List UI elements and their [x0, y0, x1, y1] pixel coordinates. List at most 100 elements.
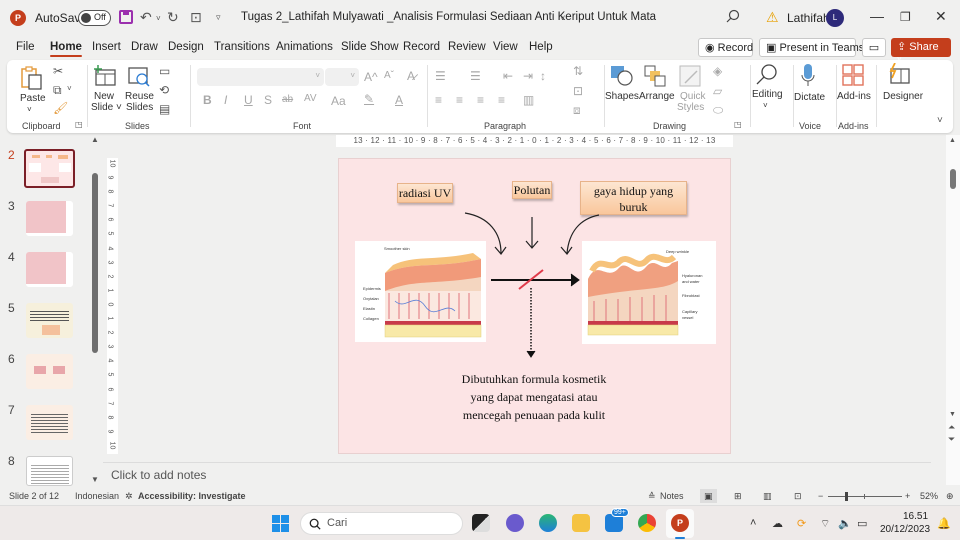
quick-styles-label-2[interactable]: Styles	[677, 102, 704, 113]
editing-icon[interactable]	[755, 63, 779, 87]
notes-pane[interactable]: Click to add notes	[103, 462, 931, 486]
present-from-start-icon[interactable]: ⊡	[190, 9, 202, 26]
slide-thumbnail-5[interactable]	[26, 303, 73, 338]
shape-outline-icon[interactable]: ▱	[713, 84, 722, 98]
zoom-slider-thumb[interactable]	[845, 492, 848, 501]
new-slide-icon[interactable]	[93, 65, 117, 87]
copy-icon[interactable]: ⧉	[53, 83, 62, 98]
tab-draw[interactable]: Draw	[131, 41, 158, 53]
avatar[interactable]: L	[826, 9, 844, 27]
new-slide-label-2[interactable]: Slide ˅	[91, 102, 122, 113]
highlight-color-button[interactable]: ✎	[364, 92, 374, 106]
copy-chevron-icon[interactable]: ˅	[67, 84, 72, 93]
arrange-label[interactable]: Arrange	[639, 91, 675, 102]
justify-button[interactable]: ≡	[498, 93, 505, 107]
shadow-button[interactable]: S	[264, 93, 272, 107]
close-button[interactable]: ✕	[935, 8, 947, 25]
reuse-slides-label-2[interactable]: Slides	[126, 102, 153, 113]
shape-fill-icon[interactable]: ◈	[713, 64, 722, 78]
previous-slide-icon[interactable]: ⏶	[948, 422, 955, 433]
tab-insert[interactable]: Insert	[92, 41, 121, 53]
powerpoint-taskbar-icon[interactable]: P	[671, 514, 689, 532]
font-name-dropdown[interactable]: ˅	[197, 68, 324, 86]
bold-button[interactable]: B	[203, 93, 212, 107]
notes-toggle-icon[interactable]: ≙	[648, 491, 656, 502]
align-center-button[interactable]: ≡	[456, 93, 463, 107]
shape-effects-icon[interactable]: ⬭	[713, 103, 723, 118]
tab-record[interactable]: Record	[403, 41, 440, 53]
language-indicator[interactable]: Indonesian	[75, 491, 119, 501]
scroll-up-icon[interactable]: ▲	[949, 137, 956, 144]
zoom-out-button[interactable]: −	[818, 491, 823, 501]
tab-design[interactable]: Design	[168, 41, 204, 53]
tab-animations[interactable]: Animations	[276, 41, 333, 53]
line-spacing-button[interactable]: ↕	[540, 69, 546, 83]
font-size-dropdown[interactable]: ˅	[325, 68, 359, 86]
tab-home[interactable]: Home	[50, 41, 82, 57]
horizontal-ruler[interactable]: 13 · 12 · 11 · 10 · 9 · 8 · 7 · 6 · 5 · …	[336, 135, 733, 147]
scroll-down-icon[interactable]: ▼	[949, 411, 956, 418]
notes-placeholder[interactable]: Click to add notes	[111, 468, 206, 482]
taskbar-search[interactable]: Cari	[300, 512, 463, 535]
document-title[interactable]: Tugas 2_Lathifah Mulyawati _Analisis For…	[241, 11, 656, 23]
reuse-slides-label-1[interactable]: Reuse	[125, 91, 154, 102]
user-name[interactable]: Lathifah	[787, 11, 830, 25]
slide-thumbnail-3[interactable]	[26, 201, 73, 236]
notification-bell-icon[interactable]: 🔔	[937, 517, 951, 530]
section-icon[interactable]: ▤	[159, 102, 170, 116]
chrome-icon[interactable]	[638, 514, 656, 532]
character-spacing-button[interactable]: AV	[304, 93, 317, 104]
search-icon[interactable]	[726, 9, 740, 23]
columns-button[interactable]: ▥	[523, 93, 534, 107]
reuse-slides-icon[interactable]	[127, 65, 151, 89]
text-direction-button[interactable]: ⇅	[573, 64, 583, 78]
edge-icon[interactable]	[539, 514, 557, 532]
change-case-button[interactable]: Aa	[331, 94, 346, 108]
slide-sorter-icon[interactable]: ⊞	[734, 491, 742, 502]
windows-start-icon[interactable]	[272, 515, 289, 532]
minimize-button[interactable]: —	[870, 8, 884, 24]
editing-chevron-icon[interactable]: ˅	[763, 100, 768, 111]
accessibility-status[interactable]: Accessibility: Investigate	[138, 491, 246, 501]
paste-icon[interactable]	[20, 65, 44, 91]
slide-thumbnail-4[interactable]	[26, 252, 73, 287]
align-right-button[interactable]: ≡	[477, 93, 484, 107]
add-ins-label[interactable]: Add-ins	[837, 91, 871, 102]
save-icon[interactable]	[119, 10, 133, 24]
comments-button[interactable]: ▭	[862, 38, 886, 57]
wifi-icon[interactable]: ⌔	[820, 517, 830, 531]
onedrive-icon[interactable]: ☁	[772, 517, 783, 530]
numbering-button[interactable]: ☰	[470, 69, 481, 83]
increase-indent-button[interactable]: ⇥	[523, 69, 533, 83]
thumbnail-scrollbar[interactable]: ▲ ▼	[90, 135, 100, 485]
slide-canvas[interactable]: radiasi UV Polutan gaya hidup yang buruk	[338, 158, 731, 454]
tab-slide-show[interactable]: Slide Show	[341, 41, 399, 53]
add-ins-icon[interactable]	[842, 64, 864, 86]
bullets-button[interactable]: ☰	[435, 69, 446, 83]
clipboard-launcher-icon[interactable]: ◳	[75, 120, 83, 129]
next-slide-icon[interactable]: ⏷	[948, 434, 955, 445]
paste-label[interactable]: Paste	[20, 93, 46, 104]
zoom-in-button[interactable]: +	[905, 491, 910, 501]
editing-label[interactable]: Editing	[752, 89, 783, 100]
quick-styles-icon[interactable]	[679, 65, 703, 89]
grow-font-icon[interactable]: A^	[364, 70, 378, 84]
solution-caption[interactable]: Dibutuhkan formula kosmetik yang dapat m…	[439, 370, 629, 424]
sync-icon[interactable]: ⟳	[797, 517, 806, 530]
tab-help[interactable]: Help	[529, 41, 553, 53]
restore-button[interactable]: ❐	[900, 10, 911, 24]
paste-chevron-icon[interactable]: ˅	[27, 104, 32, 115]
smartart-button[interactable]: ⧈	[573, 103, 581, 118]
layout-icon[interactable]: ▭	[159, 64, 170, 78]
reset-slide-icon[interactable]: ⟲	[159, 83, 169, 97]
designer-label[interactable]: Designer	[883, 91, 923, 102]
wrinkled-skin-image[interactable]: Deep wrinkle Hyaluronan and water Fibrob…	[582, 241, 716, 344]
scrollbar-thumb[interactable]	[92, 173, 98, 353]
slide-scrollbar[interactable]: ▲ ▼ ⏶ ⏷	[946, 135, 960, 485]
tab-file[interactable]: File	[16, 41, 35, 53]
fit-to-window-icon[interactable]: ⊕	[946, 491, 954, 502]
slide-thumbnail-6[interactable]	[26, 354, 73, 389]
tab-transitions[interactable]: Transitions	[214, 41, 270, 53]
shrink-font-icon[interactable]: Aˇ	[384, 70, 394, 81]
align-left-button[interactable]: ≡	[435, 93, 442, 107]
